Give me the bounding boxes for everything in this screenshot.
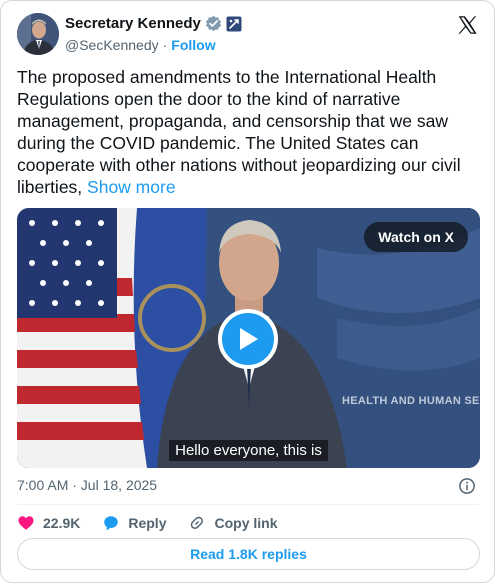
copy-link-button[interactable]: Copy link <box>188 514 278 532</box>
avatar-portrait-icon <box>17 13 59 55</box>
avatar[interactable] <box>17 13 59 55</box>
x-logo-icon[interactable] <box>456 14 478 36</box>
show-more-link[interactable]: Show more <box>87 177 176 197</box>
wall-signage-text: HEALTH AND HUMAN SERVI <box>342 395 480 407</box>
government-badge-icon <box>226 16 242 31</box>
tweet-body: The proposed amendments to the Internati… <box>17 67 461 197</box>
handle[interactable]: @SecKennedy <box>65 37 159 53</box>
like-button[interactable]: 22.9K <box>17 514 80 532</box>
watch-on-x-button[interactable]: Watch on X <box>364 222 468 252</box>
caption-text: Hello everyone, this is <box>169 440 328 461</box>
divider <box>17 504 478 505</box>
action-bar: 22.9K Reply Copy link <box>17 513 300 533</box>
display-name[interactable]: Secretary Kennedy <box>65 15 201 32</box>
follow-button[interactable]: Follow <box>171 37 215 53</box>
verified-badge-icon <box>205 15 221 32</box>
reply-label: Reply <box>128 515 167 531</box>
play-button[interactable] <box>218 309 278 369</box>
copy-link-label: Copy link <box>214 515 278 531</box>
heart-icon <box>18 516 34 530</box>
handle-row: @SecKennedy · Follow <box>65 37 216 53</box>
author-name-row: Secretary Kennedy <box>65 15 242 32</box>
separator-dot: · <box>162 37 168 53</box>
like-count: 22.9K <box>43 515 81 531</box>
video-caption: Hello everyone, this is <box>17 440 480 461</box>
reply-bubble-icon <box>104 516 119 531</box>
video-player[interactable]: HEALTH AND HUMAN SERVI Watch on X Hello … <box>17 208 480 468</box>
post-timestamp[interactable]: 7:00 AM · Jul 18, 2025 <box>17 477 157 493</box>
link-icon <box>191 516 204 529</box>
tweet-text: The proposed amendments to the Internati… <box>17 66 479 198</box>
reply-button[interactable]: Reply <box>102 514 166 532</box>
play-icon <box>240 328 258 350</box>
info-icon[interactable] <box>458 477 476 495</box>
read-replies-button[interactable]: Read 1.8K replies <box>17 538 480 570</box>
embedded-post-card: Secretary Kennedy @SecKennedy · Follow T… <box>0 0 495 583</box>
